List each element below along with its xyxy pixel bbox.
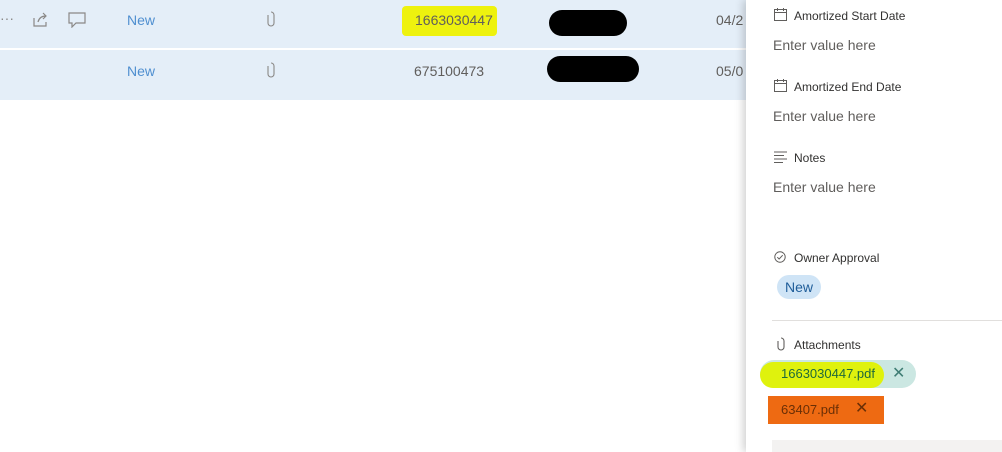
calendar-icon <box>774 8 787 21</box>
divider <box>772 320 1002 321</box>
amortized-start-input[interactable]: Enter value here <box>773 37 876 53</box>
date-cell: 05/0 <box>716 63 744 79</box>
details-panel: Amortized Start Date Enter value here Am… <box>746 0 1002 452</box>
share-icon[interactable] <box>32 12 50 28</box>
amortized-end-input[interactable]: Enter value here <box>773 108 876 124</box>
notes-icon <box>774 151 787 163</box>
field-label-amortized-start: Amortized Start Date <box>794 9 906 23</box>
record-number: 1663030447 <box>415 12 493 28</box>
redaction-mark <box>549 10 627 36</box>
table-row[interactable]: New 675100473 05/0 <box>0 50 760 100</box>
calendar-icon <box>774 79 787 92</box>
list-view: ··· New 1663030447 04/2 New 675100473 05… <box>0 0 760 452</box>
status-link[interactable]: New <box>127 61 155 81</box>
attachment-file-name[interactable]: 1663030447.pdf <box>781 366 875 381</box>
field-label-attachments: Attachments <box>794 338 861 352</box>
date-cell: 04/2 <box>716 12 744 28</box>
more-icon[interactable]: ··· <box>0 10 14 26</box>
close-icon[interactable]: ✕ <box>855 398 868 418</box>
field-label-amortized-end: Amortized End Date <box>794 80 902 94</box>
close-icon[interactable]: ✕ <box>892 363 905 383</box>
record-number: 675100473 <box>414 63 485 79</box>
comment-icon[interactable] <box>68 12 86 28</box>
attachment-icon <box>267 62 275 78</box>
table-row[interactable]: ··· New 1663030447 04/2 <box>0 0 760 50</box>
field-label-owner-approval: Owner Approval <box>794 251 880 265</box>
attachment-file-name[interactable]: 63407.pdf <box>781 402 839 417</box>
field-label-notes: Notes <box>794 151 826 165</box>
status-link[interactable]: New <box>127 10 155 30</box>
attachment-icon <box>777 337 785 351</box>
check-circle-icon <box>774 251 786 263</box>
add-attachment-box[interactable] <box>772 440 1002 452</box>
notes-input[interactable]: Enter value here <box>773 179 876 195</box>
owner-approval-value[interactable]: New <box>777 275 822 299</box>
attachment-icon <box>267 11 275 27</box>
redaction-mark <box>547 56 639 82</box>
